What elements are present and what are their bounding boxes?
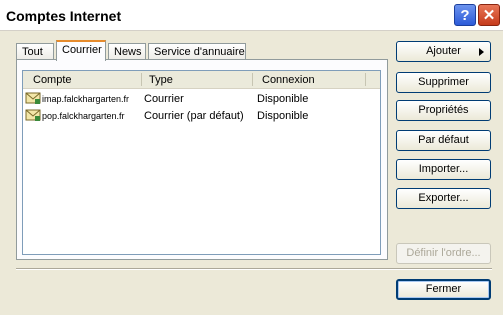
tab-panel: Compte Type Connexion imap.falckhargarte… [16, 59, 388, 260]
account-name: pop.falckhargarten.fr [42, 111, 125, 121]
list-item[interactable]: pop.falckhargarten.fr Courrier (par défa… [25, 108, 375, 124]
divider [16, 268, 492, 270]
list-header: Compte Type Connexion [23, 71, 380, 89]
account-type: Courrier (par défaut) [144, 110, 244, 122]
column-divider[interactable] [365, 73, 366, 86]
column-header-type[interactable]: Type [149, 74, 173, 86]
properties-button[interactable]: Propriétés [396, 100, 491, 121]
column-header-connection[interactable]: Connexion [262, 74, 315, 86]
internet-accounts-dialog: Comptes Internet ? ✕ Tout Courrier News … [0, 0, 503, 315]
export-button[interactable]: Exporter... [396, 188, 491, 209]
list-item[interactable]: imap.falckhargarten.fr Courrier Disponib… [25, 91, 375, 107]
column-header-account[interactable]: Compte [33, 74, 72, 86]
import-button[interactable]: Importer... [396, 159, 491, 180]
set-default-button[interactable]: Par défaut [396, 130, 491, 151]
set-order-button[interactable]: Définir l'ordre... [396, 243, 491, 264]
submenu-arrow-icon [479, 48, 484, 56]
tab-all[interactable]: Tout [16, 43, 54, 60]
account-name: imap.falckhargarten.fr [42, 94, 130, 104]
close-window-button[interactable]: ✕ [478, 4, 500, 26]
help-button[interactable]: ? [454, 4, 476, 26]
tab-mail[interactable]: Courrier [56, 40, 106, 61]
close-button[interactable]: Fermer [396, 279, 491, 300]
add-button[interactable]: Ajouter [396, 41, 491, 62]
tab-directory-service[interactable]: Service d'annuaire [148, 43, 246, 60]
add-button-label: Ajouter [426, 45, 461, 57]
accounts-list[interactable]: Compte Type Connexion imap.falckhargarte… [22, 70, 381, 255]
question-icon: ? [460, 6, 470, 24]
window-title: Comptes Internet [6, 8, 122, 24]
account-status: Disponible [257, 93, 309, 105]
account-type: Courrier [144, 93, 184, 105]
column-divider[interactable] [252, 73, 253, 86]
title-bar: Comptes Internet ? ✕ [0, 0, 503, 31]
mail-account-icon [25, 92, 41, 104]
close-icon: ✕ [482, 7, 496, 24]
tab-news[interactable]: News [108, 43, 146, 60]
account-status: Disponible [257, 110, 309, 122]
mail-account-icon [25, 109, 41, 121]
remove-button[interactable]: Supprimer [396, 72, 491, 93]
column-divider[interactable] [141, 73, 142, 86]
